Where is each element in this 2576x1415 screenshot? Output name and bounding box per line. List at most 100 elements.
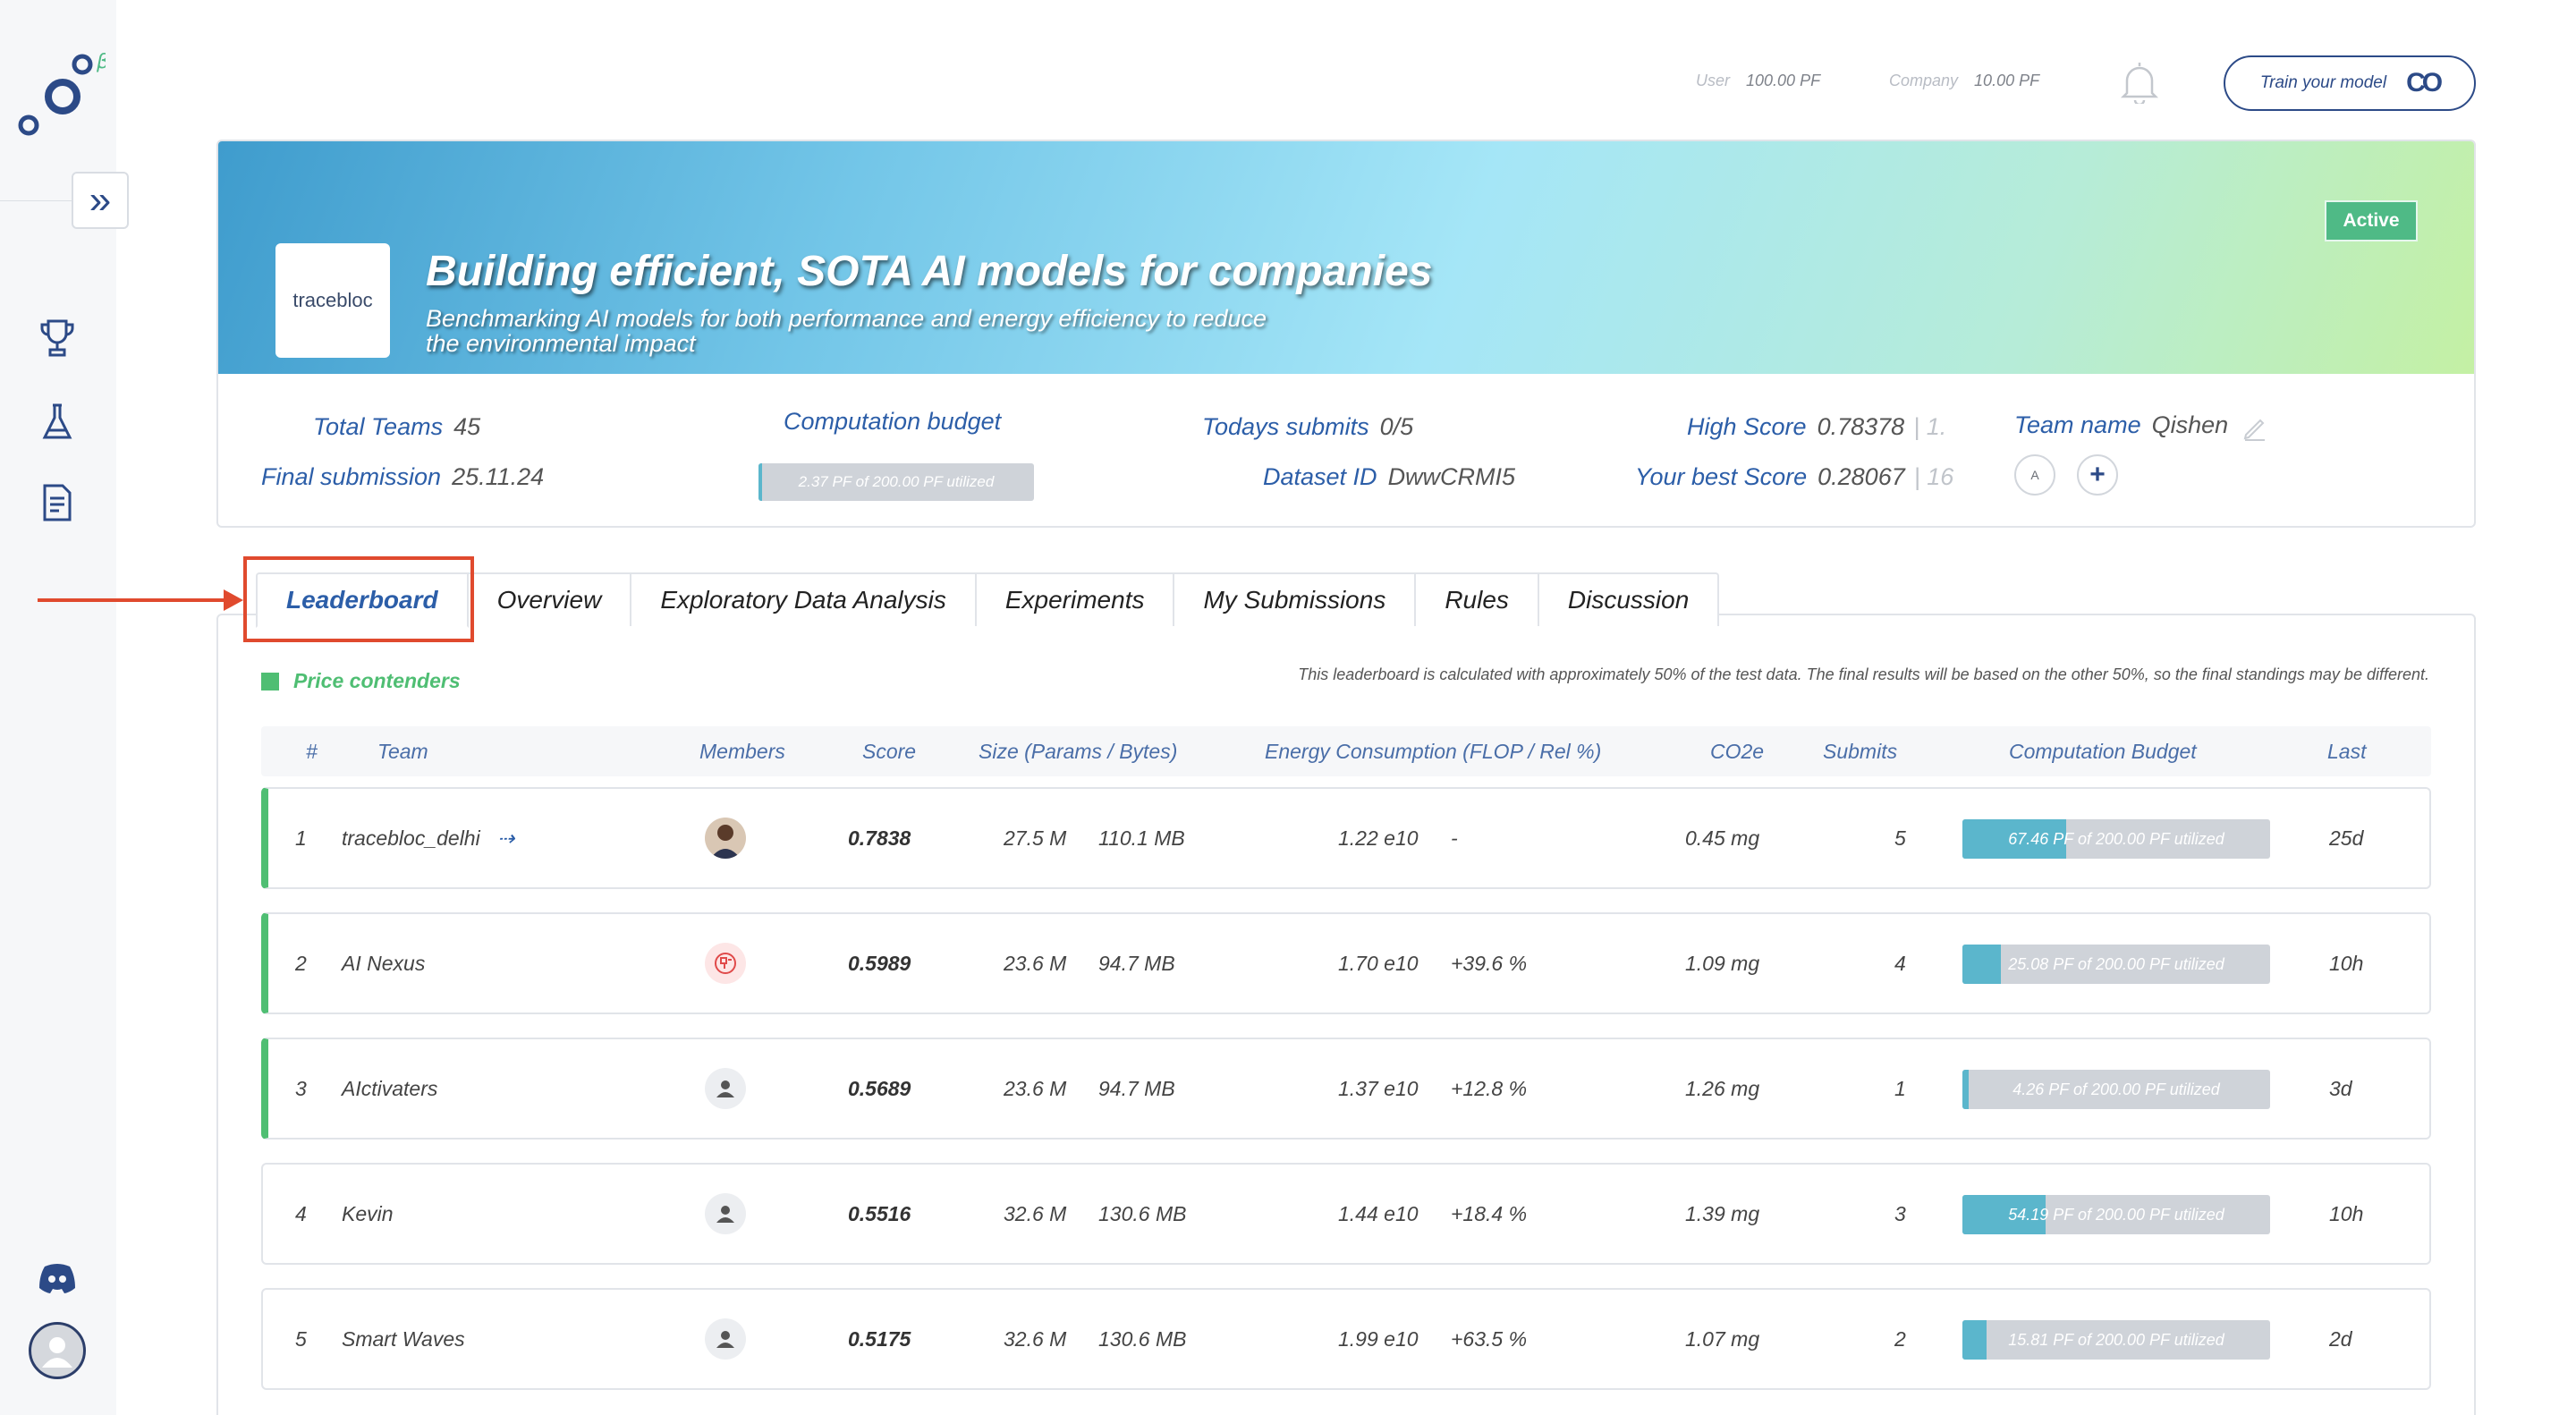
tab-my-submissions[interactable]: My Submissions (1174, 572, 1417, 626)
computation-budget-bar: 67.46 PF of 200.00 PF utilized (1962, 819, 2270, 859)
user-avatar[interactable] (29, 1322, 86, 1379)
team-cell[interactable]: Smart Waves (342, 1290, 465, 1388)
dataset-id-value: DwwCRMI5 (1387, 463, 1516, 490)
tab-overview[interactable]: Overview (468, 572, 632, 626)
price-contenders-label: Price contenders (293, 669, 461, 692)
tab-experiments[interactable]: Experiments (976, 572, 1175, 626)
bytes-cell: 94.7 MB (1098, 1076, 1175, 1100)
team-member-avatar[interactable]: A (2014, 454, 2055, 496)
flop-cell: 1.37 e10 (1338, 1076, 1419, 1100)
competition-title: Building efficient, SOTA AI models for c… (426, 248, 1433, 295)
final-submission-label: Final submission (261, 463, 442, 490)
user-avatar-icon (42, 1337, 72, 1368)
dataset-id: Dataset ID DwwCRMI5 (1263, 463, 1515, 491)
member-avatar[interactable] (705, 1193, 746, 1234)
co2-cell: 1.39 mg (1685, 1201, 1760, 1225)
params-cell: 27.5 M (1004, 826, 1067, 850)
team-member-initial: A (2030, 468, 2039, 482)
trophy-icon[interactable] (36, 317, 79, 360)
best-score-value: 0.28067 (1818, 463, 1905, 490)
table-row[interactable]: 1 tracebloc_delhi 0.7838 27.5 M 110.1 MB 1.22… (261, 787, 2431, 889)
last-cell: 2d (2329, 1326, 2352, 1351)
rel-cell: +63.5 % (1451, 1326, 1528, 1351)
team-link-icon[interactable]: ⇢ (497, 789, 514, 887)
flop-cell: 1.44 e10 (1338, 1201, 1419, 1225)
tab-discussion[interactable]: Discussion (1538, 572, 1720, 626)
total-teams-label: Total Teams (313, 413, 444, 440)
final-submission: Final submission 25.11.24 (261, 463, 544, 491)
table-row[interactable]: 4 Kevin 0.5516 32.6 M 130.6 MB 1.44 e10 +18.4 … (261, 1163, 2431, 1265)
submits-cell: 1 (1894, 1076, 1906, 1100)
co2-cell: 1.07 mg (1685, 1326, 1760, 1351)
todays-submits-label: Todays submits (1202, 413, 1369, 440)
last-cell: 3d (2329, 1076, 2352, 1100)
computation-budget-bar: 54.19 PF of 200.00 PF utilized (1962, 1195, 2270, 1234)
team-cell[interactable]: Kevin (342, 1165, 394, 1263)
expand-sidebar-button[interactable]: » (72, 172, 129, 229)
table-row[interactable]: 3 AIctivaters 0.5689 23.6 M 94.7 MB 1.37 e10 +… (261, 1038, 2431, 1140)
train-model-button[interactable]: Train your model CO (2224, 55, 2476, 111)
params-cell: 23.6 M (1004, 951, 1067, 975)
params-cell: 32.6 M (1004, 1326, 1067, 1351)
flop-cell: 1.70 e10 (1338, 951, 1419, 975)
col-last: Last (2327, 739, 2367, 763)
member-avatar[interactable] (705, 1068, 746, 1109)
table-row[interactable]: 2 AI Nexus 0.5989 23.6 M 94.7 MB 1.70 e10 +39.… (261, 912, 2431, 1014)
team-cell[interactable]: AIctivaters (342, 1039, 437, 1138)
add-member-button[interactable]: + (2077, 454, 2118, 496)
member-avatar[interactable] (705, 943, 746, 984)
member-avatar[interactable] (705, 818, 746, 859)
legend-square-icon (261, 672, 279, 691)
rank-cell: 4 (295, 1201, 307, 1225)
col-members: Members (699, 739, 785, 763)
document-icon[interactable] (36, 481, 79, 524)
computation-budget-bar: 4.26 PF of 200.00 PF utilized (1962, 1070, 2270, 1109)
app-logo[interactable]: β (16, 47, 106, 145)
bytes-cell: 130.6 MB (1098, 1326, 1187, 1351)
train-model-label: Train your model (2259, 73, 2387, 92)
company-credit: Company 10.00 PF (1889, 72, 2039, 90)
member-avatar[interactable] (705, 1318, 746, 1360)
submits-cell: 2 (1894, 1326, 1906, 1351)
table-row[interactable]: 5 Smart Waves 0.5175 32.6 M 130.6 MB 1.99 e10… (261, 1288, 2431, 1390)
col-submits: Submits (1823, 739, 1898, 763)
computation-budget-text: 15.81 PF of 200.00 PF utilized (2008, 1330, 2224, 1349)
high-score-value: 0.78378 (1817, 413, 1905, 440)
submits-cell: 4 (1894, 951, 1906, 975)
annotation-arrow-head (224, 589, 243, 611)
tab-rules[interactable]: Rules (1416, 572, 1539, 626)
person-icon (716, 1206, 734, 1223)
team-cell[interactable]: tracebloc_delhi (342, 789, 480, 887)
colab-logo-icon: CO (2406, 68, 2443, 97)
bytes-cell: 110.1 MB (1098, 826, 1185, 850)
dataset-id-label: Dataset ID (1263, 463, 1377, 490)
last-cell: 10h (2329, 1201, 2364, 1225)
score-cell: 0.7838 (848, 826, 911, 850)
co2-cell: 0.45 mg (1685, 826, 1760, 850)
edit-pencil-icon[interactable] (2241, 415, 2268, 442)
score-cell: 0.5989 (848, 951, 911, 975)
flask-icon[interactable] (36, 401, 79, 444)
col-co2e: CO2e (1710, 739, 1765, 763)
team-name-value: Qishen (2151, 411, 2229, 438)
final-submission-value: 25.11.24 (452, 463, 545, 490)
tab-bar: Leaderboard Overview Exploratory Data An… (256, 572, 1720, 628)
bytes-cell: 130.6 MB (1098, 1201, 1187, 1225)
tab-exploratory-data-analysis[interactable]: Exploratory Data Analysis (631, 572, 977, 626)
leaderboard-note: This leaderboard is calculated with appr… (1298, 665, 2429, 683)
best-score-rank: | 16 (1913, 463, 1954, 490)
bell-icon[interactable] (2120, 59, 2159, 104)
discord-icon[interactable] (36, 1256, 79, 1299)
rel-cell: +12.8 % (1451, 1076, 1528, 1100)
team-cell[interactable]: AI Nexus (342, 914, 425, 1013)
last-cell: 25d (2329, 826, 2364, 850)
flop-cell: 1.22 e10 (1338, 826, 1419, 850)
computation-budget-text: 2.37 PF of 200.00 PF utilized (798, 473, 995, 490)
high-score-label: High Score (1687, 413, 1807, 440)
user-credit-value: 100.00 PF (1746, 72, 1821, 89)
computation-budget-bar: 15.81 PF of 200.00 PF utilized (1962, 1320, 2270, 1360)
col-size: Size (Params / Bytes) (979, 739, 1178, 763)
competition-subtitle: Benchmarking AI models for both performa… (426, 305, 1267, 357)
sidebar: β » (0, 0, 129, 1415)
plus-icon: + (2089, 460, 2106, 489)
